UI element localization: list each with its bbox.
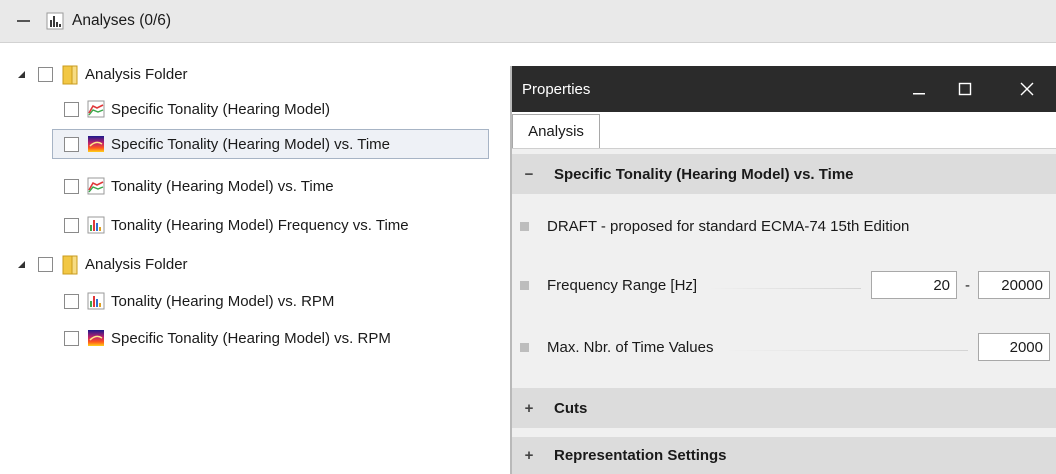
expand-icon[interactable]: + <box>522 400 536 417</box>
folder-icon <box>61 65 79 85</box>
expanded-arrow-icon[interactable] <box>18 70 25 78</box>
leader-line <box>707 287 861 289</box>
section-cuts-header[interactable]: + Cuts <box>512 388 1056 428</box>
analyses-group-header[interactable]: Analyses (0/6) <box>0 0 1056 43</box>
line-chart-icon <box>87 177 105 195</box>
row-bullet <box>520 342 529 352</box>
tree-item-label: Tonality (Hearing Model) vs. RPM <box>111 292 335 310</box>
tree-item-label: Analysis Folder <box>85 65 188 83</box>
tree-folder-2[interactable]: Analysis Folder <box>18 249 188 279</box>
tree-item[interactable]: Tonality (Hearing Model) Frequency vs. T… <box>64 210 409 240</box>
spectrogram-icon <box>87 135 105 153</box>
tab-strip: Analysis <box>512 112 1056 149</box>
line-chart-icon <box>87 100 105 118</box>
frequency-range-label: Frequency Range [Hz] <box>547 276 698 294</box>
frequency-from-input[interactable]: 20 <box>871 271 957 299</box>
tree-item-label: Tonality (Hearing Model) Frequency vs. T… <box>111 216 409 234</box>
leader-line <box>723 349 968 351</box>
frequency-range-row: Frequency Range [Hz] 20 - 20000 <box>512 266 1056 304</box>
tree-item[interactable]: Tonality (Hearing Model) vs. Time <box>64 171 334 201</box>
section-title: Representation Settings <box>554 447 727 464</box>
frequency-to-input[interactable]: 20000 <box>978 271 1050 299</box>
max-time-values-row: Max. Nbr. of Time Values 2000 <box>512 328 1056 366</box>
item-checkbox[interactable] <box>64 136 79 152</box>
tree-item[interactable]: Specific Tonality (Hearing Model) vs. RP… <box>64 323 391 353</box>
tree-item-label: Specific Tonality (Hearing Model) vs. RP… <box>111 329 391 347</box>
max-time-values-input[interactable]: 2000 <box>978 333 1050 361</box>
row-bullet <box>520 280 529 290</box>
tab-analysis[interactable]: Analysis <box>512 114 600 148</box>
collapse-icon[interactable] <box>17 20 30 22</box>
expanded-arrow-icon[interactable] <box>18 260 25 268</box>
tree-item-label: Analysis Folder <box>85 255 188 273</box>
properties-titlebar[interactable]: Properties <box>512 66 1056 112</box>
tree-folder-1[interactable]: Analysis Folder <box>18 59 188 89</box>
collapse-icon[interactable]: − <box>522 166 536 183</box>
maximize-icon <box>958 82 972 96</box>
item-checkbox[interactable] <box>64 293 79 309</box>
tree-item-label: Tonality (Hearing Model) vs. Time <box>111 177 334 195</box>
close-button[interactable] <box>1004 66 1050 112</box>
item-checkbox[interactable] <box>64 178 79 194</box>
spectrogram-icon <box>87 329 105 347</box>
range-separator: - <box>965 276 970 294</box>
tree-item[interactable]: Specific Tonality (Hearing Model) <box>64 94 330 124</box>
properties-window: Properties Analysis − Specific Tonality … <box>510 66 1056 474</box>
maximize-button[interactable] <box>942 66 988 112</box>
bar-chart-icon <box>46 12 64 30</box>
max-time-values-label: Max. Nbr. of Time Values <box>547 338 714 356</box>
section-representation-header[interactable]: + Representation Settings <box>512 437 1056 474</box>
section-title: Cuts <box>554 399 588 417</box>
item-checkbox[interactable] <box>64 217 79 233</box>
folder-icon <box>61 255 79 275</box>
tree-item-selected[interactable]: Specific Tonality (Hearing Model) vs. Ti… <box>52 129 489 159</box>
tree-item-label: Specific Tonality (Hearing Model) vs. Ti… <box>111 135 390 153</box>
row-bullet <box>520 221 529 231</box>
item-checkbox[interactable] <box>64 101 79 117</box>
tree-item-label: Specific Tonality (Hearing Model) <box>111 100 330 118</box>
section-title: Specific Tonality (Hearing Model) vs. Ti… <box>554 165 854 183</box>
draft-note: DRAFT - proposed for standard ECMA-74 15… <box>547 217 910 235</box>
expand-icon[interactable]: + <box>522 447 536 464</box>
section-main-header[interactable]: − Specific Tonality (Hearing Model) vs. … <box>512 154 1056 194</box>
draft-note-row: DRAFT - proposed for standard ECMA-74 15… <box>512 207 1056 245</box>
minimize-button[interactable] <box>896 66 942 112</box>
bar-chart-icon <box>87 216 105 234</box>
bar-chart-icon <box>87 292 105 310</box>
folder-checkbox[interactable] <box>38 66 53 82</box>
tree-item[interactable]: Tonality (Hearing Model) vs. RPM <box>64 286 334 316</box>
folder-checkbox[interactable] <box>38 256 53 272</box>
group-title: Analyses (0/6) <box>72 12 172 29</box>
item-checkbox[interactable] <box>64 330 79 346</box>
window-title: Properties <box>522 80 591 98</box>
minimize-icon <box>913 93 925 95</box>
close-icon <box>1020 82 1034 96</box>
